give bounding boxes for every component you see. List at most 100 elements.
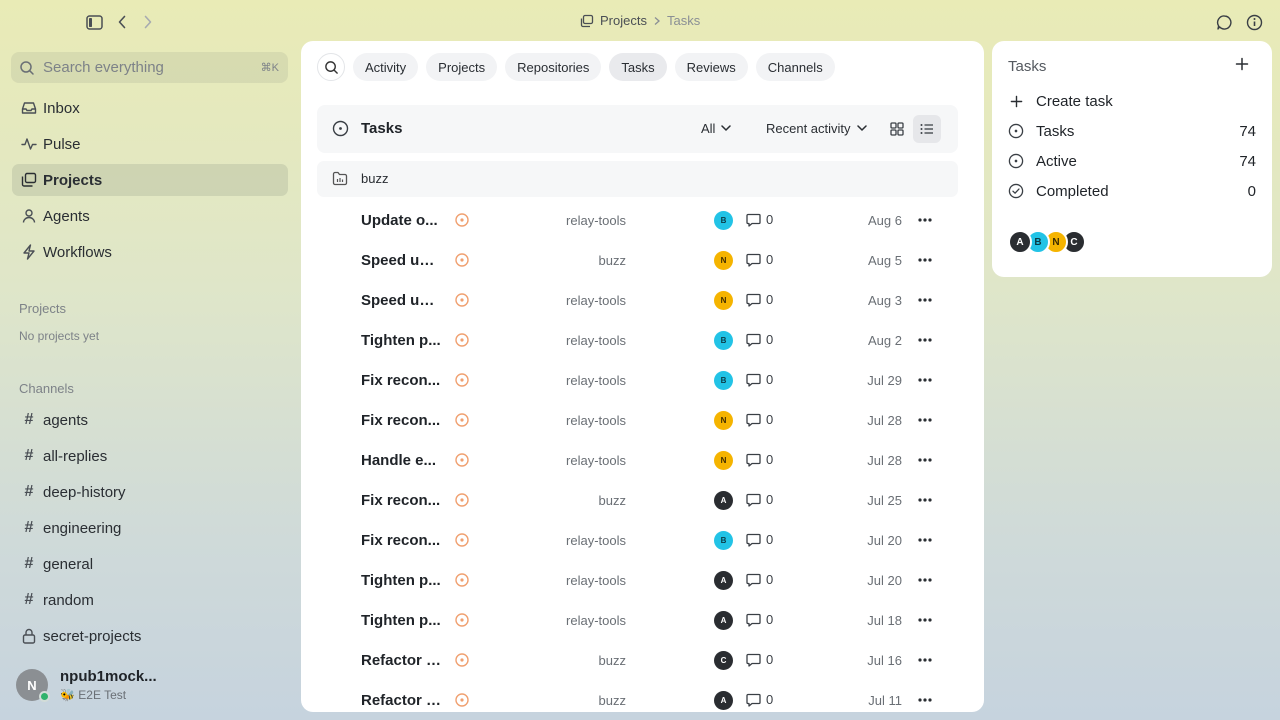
task-title: Fix recon... xyxy=(361,492,441,509)
task-date: Aug 5 xyxy=(868,253,902,268)
add-button[interactable] xyxy=(1235,57,1249,71)
project-group-header[interactable]: buzz xyxy=(317,161,958,197)
task-row[interactable]: Fix recon... relay-tools B 0 Jul 20 xyxy=(317,520,958,560)
channel-item-random[interactable]: # random xyxy=(12,584,288,616)
more-options-button[interactable] xyxy=(917,212,933,228)
assignee-avatar: N xyxy=(714,291,733,310)
more-options-button[interactable] xyxy=(917,572,933,588)
filter-chip-tasks[interactable]: Tasks xyxy=(609,53,667,81)
status-in-progress-icon xyxy=(455,213,469,227)
back-icon[interactable] xyxy=(112,12,132,32)
more-options-button[interactable] xyxy=(917,292,933,308)
more-options-button[interactable] xyxy=(917,612,933,628)
channel-item-all-replies[interactable]: # all-replies xyxy=(12,440,288,472)
task-date: Aug 6 xyxy=(868,213,902,228)
channels-section-label: Channels xyxy=(19,381,74,396)
task-date: Aug 2 xyxy=(868,333,902,348)
comment-count: 0 xyxy=(746,532,773,547)
avatar[interactable]: A xyxy=(1008,230,1032,254)
more-options-button[interactable] xyxy=(917,332,933,348)
channel-item-secret-projects[interactable]: secret-projects xyxy=(12,620,288,652)
task-title: Speed up ... xyxy=(361,252,443,269)
sort-select[interactable]: Recent activity xyxy=(766,121,867,136)
task-row[interactable]: Fix recon... relay-tools B 0 Jul 29 xyxy=(317,360,958,400)
filter-chip-activity[interactable]: Activity xyxy=(353,53,419,81)
create-task-button[interactable]: Create task xyxy=(1008,90,1256,112)
chat-icon[interactable] xyxy=(1214,12,1234,32)
task-row[interactable]: Speed up ... relay-tools N 0 Aug 3 xyxy=(317,280,958,320)
more-options-button[interactable] xyxy=(917,452,933,468)
hash-icon: # xyxy=(24,483,34,500)
task-row[interactable]: Tighten p... relay-tools A 0 Jul 18 xyxy=(317,600,958,640)
info-icon[interactable] xyxy=(1244,12,1264,32)
more-options-button[interactable] xyxy=(917,652,933,668)
nav-item-workflows[interactable]: Workflows xyxy=(12,236,288,268)
nav-item-inbox[interactable]: Inbox xyxy=(12,92,288,124)
avatar: N xyxy=(16,669,50,702)
nav-item-pulse[interactable]: Pulse xyxy=(12,128,288,160)
task-title: Fix recon... xyxy=(361,532,441,549)
task-project: buzz xyxy=(598,493,626,508)
filter-chip-repositories[interactable]: Repositories xyxy=(505,53,602,81)
scope-select[interactable]: All xyxy=(701,121,732,136)
status-in-progress-icon xyxy=(455,573,469,587)
task-row[interactable]: Refactor f... buzz C 0 Jul 16 xyxy=(317,640,958,680)
more-options-button[interactable] xyxy=(917,692,933,708)
task-row[interactable]: Update o... relay-tools B 0 Aug 6 xyxy=(317,200,958,240)
status-in-progress-icon xyxy=(455,413,469,427)
nav-item-agents[interactable]: Agents xyxy=(12,200,288,232)
task-row[interactable]: Handle e... relay-tools N 0 Jul 28 xyxy=(317,440,958,480)
more-options-button[interactable] xyxy=(917,412,933,428)
stat-completed[interactable]: Completed 0 xyxy=(1008,180,1256,202)
grid-view-button[interactable] xyxy=(883,115,911,143)
list-view-button[interactable] xyxy=(913,115,941,143)
nav-item-projects[interactable]: Projects xyxy=(12,164,288,196)
channel-item-engineering[interactable]: # engineering xyxy=(12,512,288,544)
panel-title: Tasks xyxy=(1008,58,1047,75)
channel-item-agents[interactable]: # agents xyxy=(12,404,288,436)
task-row[interactable]: Tighten p... relay-tools B 0 Aug 2 xyxy=(317,320,958,360)
task-row[interactable]: Refactor f... buzz A 0 Jul 11 xyxy=(317,680,958,712)
channel-item-deep-history[interactable]: # deep-history xyxy=(12,476,288,508)
comment-icon xyxy=(746,333,761,347)
channel-item-general[interactable]: # general xyxy=(12,548,288,580)
more-options-button[interactable] xyxy=(917,372,933,388)
plus-icon xyxy=(1008,93,1024,109)
filter-chip-projects[interactable]: Projects xyxy=(426,53,498,81)
stat-tasks[interactable]: Tasks 74 xyxy=(1008,120,1256,142)
sidebar-toggle-icon[interactable] xyxy=(84,12,104,32)
search-input[interactable] xyxy=(43,59,253,76)
status-in-progress-icon xyxy=(455,693,469,707)
task-project: relay-tools xyxy=(566,453,626,468)
user-profile[interactable]: N npub1mock... 🐝 E2E Test xyxy=(16,668,157,702)
assignee-avatar: N xyxy=(714,251,733,270)
task-title: Fix recon... xyxy=(361,372,441,389)
more-options-button[interactable] xyxy=(917,252,933,268)
stat-active[interactable]: Active 74 xyxy=(1008,150,1256,172)
forward-icon[interactable] xyxy=(138,12,158,32)
assignee-avatar: A xyxy=(714,571,733,590)
more-horizontal-icon xyxy=(918,218,932,222)
circle-dot-icon xyxy=(1008,123,1024,139)
more-options-button[interactable] xyxy=(917,492,933,508)
task-row[interactable]: Fix recon... buzz A 0 Jul 25 xyxy=(317,480,958,520)
task-title: Tighten p... xyxy=(361,572,441,589)
hash-icon: # xyxy=(24,555,34,572)
task-row[interactable]: Speed up ... buzz N 0 Aug 5 xyxy=(317,240,958,280)
more-horizontal-icon xyxy=(918,338,932,342)
more-options-button[interactable] xyxy=(917,532,933,548)
task-row[interactable]: Tighten p... relay-tools A 0 Jul 20 xyxy=(317,560,958,600)
channel-label: deep-history xyxy=(43,483,126,501)
assignee-avatar: N xyxy=(714,411,733,430)
search-box[interactable]: ⌘K xyxy=(11,52,288,83)
hash-icon: # xyxy=(24,591,34,608)
filter-chip-reviews[interactable]: Reviews xyxy=(674,53,748,81)
task-row[interactable]: Fix recon... relay-tools N 0 Jul 28 xyxy=(317,400,958,440)
breadcrumb-parent[interactable]: Projects xyxy=(600,13,647,28)
search-button[interactable] xyxy=(317,53,345,81)
status-in-progress-icon xyxy=(455,253,469,267)
assignee-avatar: B xyxy=(714,331,733,350)
lock-icon xyxy=(20,627,38,645)
filter-chip-channels[interactable]: Channels xyxy=(755,53,835,81)
comment-count: 0 xyxy=(746,692,773,707)
